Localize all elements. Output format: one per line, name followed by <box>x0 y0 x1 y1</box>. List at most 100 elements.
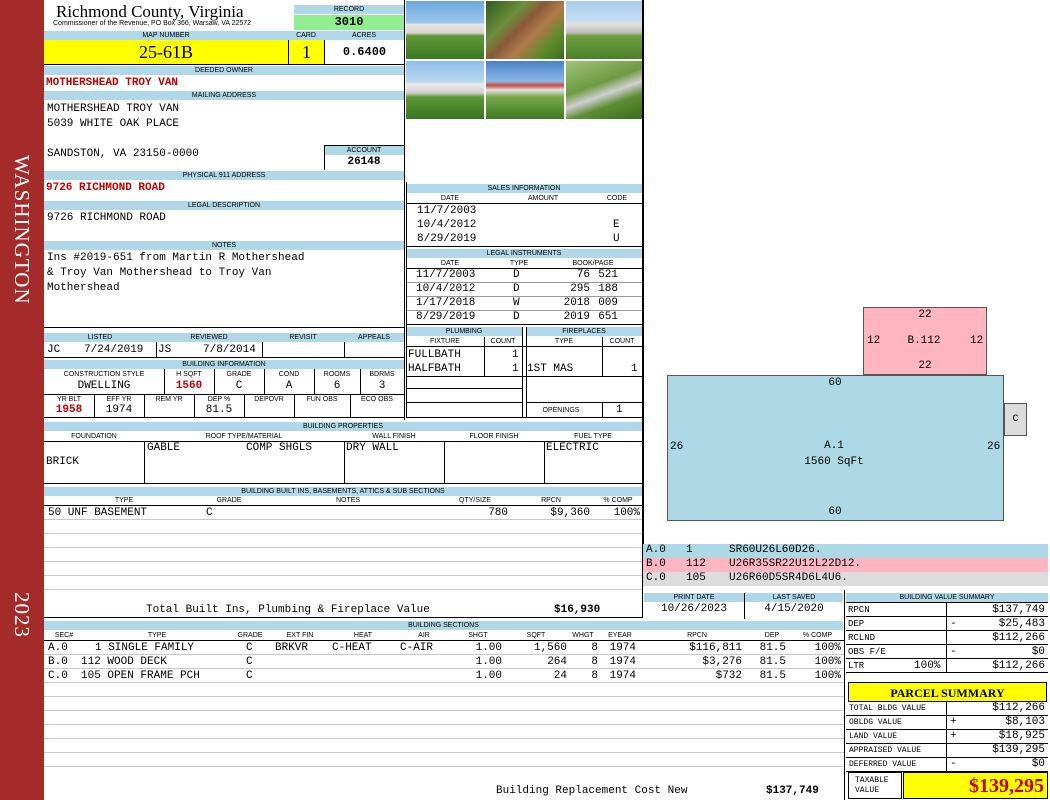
builtins-header: BUILDING BUILT INS, BASEMENTS, ATTICS & … <box>44 487 642 496</box>
plumb-count-2: 1 <box>512 363 519 375</box>
inst-type-1: D <box>513 269 520 281</box>
vector-c-id: C.0 <box>646 572 666 584</box>
sale-date-2: 10/4/2012 <box>417 219 477 231</box>
parcel-av: $139,295 <box>992 744 1045 756</box>
notes-line1: Ins #2019-651 from Martin R Mothershead <box>47 252 305 264</box>
sketch-b-label: B.112 <box>907 335 941 347</box>
vector-a-vec: SR60U26L60D26. <box>729 544 822 556</box>
parcel-dv-label: DEFERRED VALUE <box>849 760 917 769</box>
sketch-b-bottom: 22 <box>918 360 932 372</box>
inst-page-1: 521 <box>598 269 618 281</box>
sale-date-1: 11/7/2003 <box>417 205 477 217</box>
listed-by: JC <box>47 344 61 356</box>
wall-finish: DRY WALL <box>346 442 399 454</box>
h-bdrms: BDRMS <box>369 371 395 378</box>
bi-total-label: Total Built Ins, Plumbing & Fireplace Va… <box>146 604 430 616</box>
props-h-wall: WALL FINISH <box>372 433 416 440</box>
h-depovr: DEPOVR <box>254 396 284 403</box>
photo-1 <box>405 0 485 60</box>
bi-h-qty: QTY/SIZE <box>459 497 491 504</box>
h-dep: DEP % <box>207 396 231 403</box>
roof-material: COMP SHGLS <box>246 442 313 454</box>
side-band <box>0 0 44 800</box>
fuel-type: ELECTRIC <box>546 442 599 454</box>
inst-book-4: 2019 <box>563 311 590 323</box>
cond: A <box>285 380 293 392</box>
taxable-label-2: VALUE <box>855 786 880 795</box>
props-h-floor: FLOOR FINISH <box>469 433 519 440</box>
address-header: PHYSICAL 911 ADDRESS <box>44 171 404 180</box>
parcel-tb: $112,266 <box>992 702 1045 714</box>
taxable-value: $139,295 <box>903 772 1048 799</box>
mail-line2: 5039 WHITE OAK PLACE <box>47 118 180 130</box>
sketch-a-sqft: 1560 SqFt <box>804 456 864 468</box>
h-funobs: FUN OBS <box>306 396 338 403</box>
plumb-fixture-1: FULLBATH <box>408 349 461 361</box>
reviewed-header: REVIEWED <box>156 333 262 342</box>
sketch-a-left: 26 <box>670 441 684 453</box>
rcn-value: $137,749 <box>766 785 819 797</box>
fireplaces-header: FIREPLACES <box>526 327 642 336</box>
parcel-ob: $8,103 <box>1005 716 1045 728</box>
h-rooms: ROOMS <box>323 371 351 378</box>
sketch-b-top: 22 <box>918 309 932 321</box>
sale-code-2: E <box>613 219 620 231</box>
inst-book-3: 2018 <box>563 297 590 309</box>
notes-line3: Mothershead <box>47 282 120 294</box>
photo-2 <box>485 0 565 60</box>
foundation: BRICK <box>46 456 80 468</box>
parcel-lv: $18,925 <box>998 730 1045 742</box>
sec-h-shgt: SHGT <box>468 632 488 639</box>
sketch-a-label: A.1 <box>824 440 844 452</box>
appeals-header: APPEALS <box>344 333 404 342</box>
fire-count-1: 1 <box>631 363 638 375</box>
inst-h-type: TYPE <box>509 260 529 267</box>
props-h-roof: ROOF TYPE/MATERIAL <box>205 433 283 440</box>
h-grade: GRADE <box>226 371 252 378</box>
last-saved: 4/15/2020 <box>764 603 824 615</box>
yr-built: 1958 <box>55 404 83 416</box>
revisit-header: REVISIT <box>262 333 344 342</box>
notes-header: NOTES <box>44 241 404 250</box>
mail-line3: SANDSTON, VA 23150-0000 <box>47 148 199 160</box>
hsqft: 1560 <box>175 380 203 392</box>
plumb-count-1: 1 <box>512 349 519 361</box>
print-date-header: PRINT DATE <box>644 593 744 602</box>
bi-total-value: $16,930 <box>554 604 601 616</box>
sketch-a-right: 26 <box>987 441 1001 453</box>
record-header: RECORD <box>294 5 404 14</box>
openings-value: 1 <box>616 404 623 416</box>
photo-4 <box>405 60 485 120</box>
bi-h-grade: GRADE <box>216 497 242 504</box>
rooms: 6 <box>333 380 341 392</box>
legal-header: LEGAL DESCRIPTION <box>44 201 404 210</box>
parcel-dv: $0 <box>1031 758 1045 770</box>
bi-h-type: TYPE <box>114 497 134 504</box>
parcel-summary-header: PARCEL SUMMARY <box>848 682 1047 702</box>
plumb-h-fixture: FIXTURE <box>430 338 460 345</box>
sec-h-sqft: SQFT <box>526 632 546 639</box>
sections-header: BUILDING SECTIONS <box>44 621 843 630</box>
h-constr-style: CONSTRUCTION STYLE <box>63 371 145 378</box>
sketch-a-top: 60 <box>828 377 842 389</box>
sec-h-whgt: WHGT <box>572 632 594 639</box>
card-header: CARD <box>288 31 324 40</box>
side-label-top: WASHINGTON <box>10 155 34 305</box>
vector-row-a: A.0 1 SR60U26L60D26. <box>643 544 1048 558</box>
taxable-label-1: TAXABLE <box>855 776 889 785</box>
sketch-section-c: C <box>1004 403 1027 436</box>
sales-header: SALES INFORMATION <box>406 184 642 193</box>
sales-h-date: DATE <box>440 195 460 202</box>
sketch-area: 22 12 B.112 12 22 60 26 A.1 1560 SqFt 26… <box>643 0 1048 544</box>
sec-h-ext: EXT FIN <box>286 632 314 639</box>
photo-6 <box>565 60 645 120</box>
side-label-year: 2023 <box>10 592 34 638</box>
physical-address: 9726 RICHMOND ROAD <box>46 182 165 194</box>
sec-h-dep: DEP <box>764 632 780 639</box>
sales-h-code: CODE <box>606 195 628 202</box>
parcel-lv-label: LAND VALUE <box>849 732 898 741</box>
sketch-b-right: 12 <box>970 335 984 347</box>
h-hsqft: H SQFT <box>176 371 202 378</box>
inst-h-bp: BOOK/PAGE <box>572 260 614 267</box>
instruments-header: LEGAL INSTRUMENTS <box>406 249 642 258</box>
